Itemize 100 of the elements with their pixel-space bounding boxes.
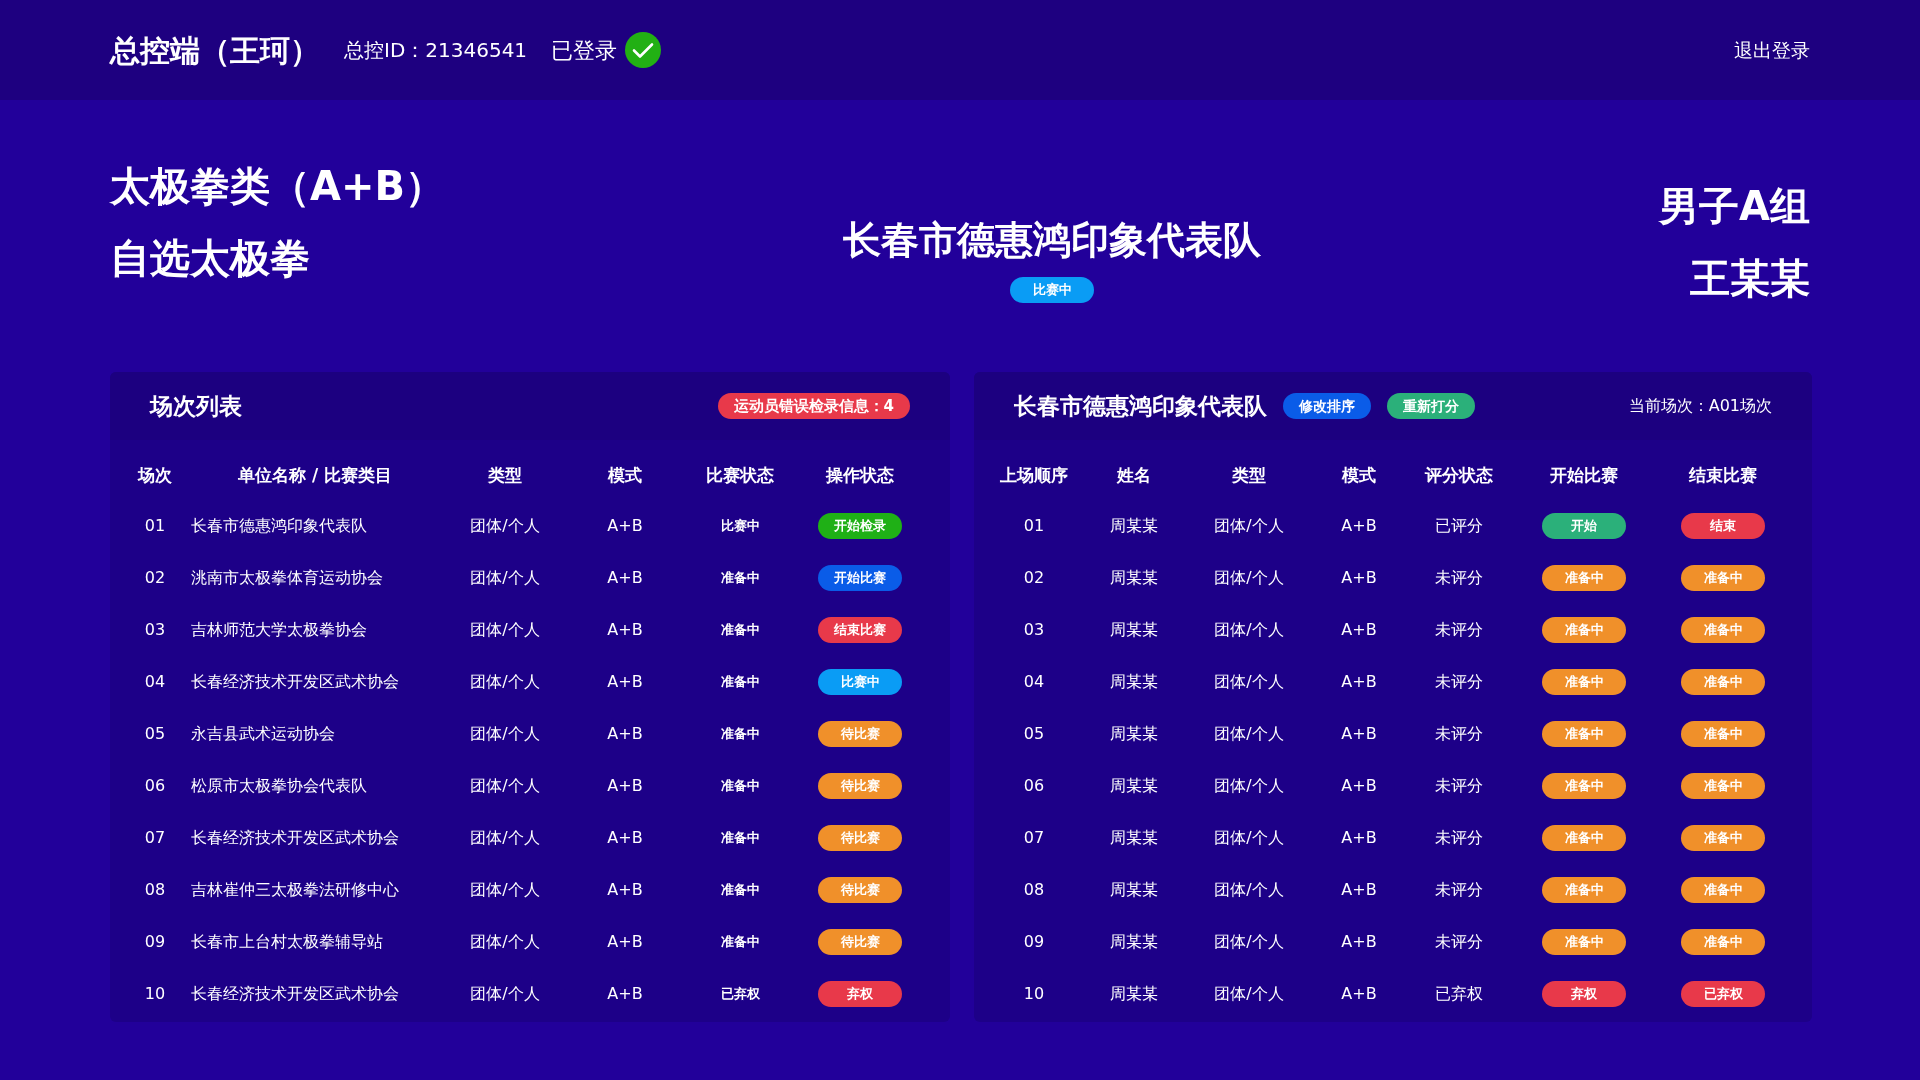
- table-cell-text: 比赛中: [719, 517, 761, 536]
- start-button[interactable]: 准备中: [1542, 929, 1626, 955]
- athlete-name: 王某某: [1690, 254, 1810, 302]
- table-cell-text: A+B: [606, 723, 644, 745]
- table-cell-text: 团体/个人: [1213, 931, 1285, 953]
- table-cell-text: 04: [1022, 671, 1046, 693]
- action-button[interactable]: 待比赛: [818, 929, 902, 955]
- end-button[interactable]: 准备中: [1681, 877, 1765, 903]
- table-cell-text: A+B: [606, 671, 644, 693]
- table-cell-text: 团体/个人: [1213, 671, 1285, 693]
- action-button[interactable]: 待比赛: [818, 877, 902, 903]
- event-category: 太极拳类（A+B）: [110, 162, 445, 210]
- end-button[interactable]: 准备中: [1681, 617, 1765, 643]
- table-cell-text: 团体/个人: [1213, 723, 1285, 745]
- table-cell-text: 长春市上台村太极拳辅导站: [190, 931, 384, 953]
- column-header: 上场顺序: [999, 464, 1069, 488]
- table-cell-text: 团体/个人: [1213, 619, 1285, 641]
- table-cell-text: 已评分: [1434, 515, 1484, 537]
- end-button[interactable]: 准备中: [1681, 929, 1765, 955]
- table-cell-text: 10: [143, 983, 167, 1005]
- table-cell-text: 团体/个人: [469, 515, 541, 537]
- app-title: 总控端（王珂）: [110, 31, 320, 70]
- table-cell-text: A+B: [1340, 619, 1378, 641]
- table-cell-text: 吉林崔仲三太极拳法研修中心: [190, 879, 400, 901]
- column-header: 类型: [1231, 464, 1267, 488]
- end-button[interactable]: 结束: [1681, 513, 1765, 539]
- start-button[interactable]: 准备中: [1542, 877, 1626, 903]
- table-cell-text: 03: [143, 619, 167, 641]
- table-cell-text: 团体/个人: [469, 567, 541, 589]
- controller-id: 总控ID：21346541: [344, 37, 528, 64]
- table-cell-text: 永吉县武术运动协会: [190, 723, 336, 745]
- column-header: 开始比赛: [1549, 464, 1619, 488]
- table-cell-text: 02: [143, 567, 167, 589]
- end-button[interactable]: 准备中: [1681, 565, 1765, 591]
- table-cell-text: 未评分: [1434, 775, 1484, 797]
- action-button[interactable]: 待比赛: [818, 825, 902, 851]
- table-cell-text: A+B: [606, 931, 644, 953]
- start-button[interactable]: 准备中: [1542, 825, 1626, 851]
- start-button[interactable]: 准备中: [1542, 669, 1626, 695]
- table-cell-text: 未评分: [1434, 619, 1484, 641]
- start-button[interactable]: 弃权: [1542, 981, 1626, 1007]
- table-cell-text: 08: [1022, 879, 1046, 901]
- table-cell-text: A+B: [606, 879, 644, 901]
- group-name: 男子A组: [1659, 182, 1810, 230]
- table-cell-text: 长春经济技术开发区武术协会: [190, 983, 400, 1005]
- start-button[interactable]: 准备中: [1542, 721, 1626, 747]
- table-cell-text: 准备中: [719, 725, 761, 744]
- table-cell-text: A+B: [606, 983, 644, 1005]
- end-button[interactable]: 准备中: [1681, 721, 1765, 747]
- start-button[interactable]: 准备中: [1542, 565, 1626, 591]
- action-button[interactable]: 待比赛: [818, 773, 902, 799]
- start-button[interactable]: 准备中: [1542, 617, 1626, 643]
- action-button[interactable]: 比赛中: [818, 669, 902, 695]
- table-cell-text: 松原市太极拳协会代表队: [190, 775, 368, 797]
- action-button[interactable]: 开始比赛: [818, 565, 902, 591]
- column-header: 姓名: [1115, 464, 1152, 488]
- end-button[interactable]: 已弃权: [1681, 981, 1765, 1007]
- table-cell-text: 周某某: [1109, 827, 1159, 849]
- table-cell-text: 团体/个人: [1213, 827, 1285, 849]
- table-cell-text: 洮南市太极拳体育运动协会: [190, 567, 384, 589]
- column-header: 操作状态: [824, 464, 895, 488]
- action-button[interactable]: 待比赛: [818, 721, 902, 747]
- start-button[interactable]: 开始: [1542, 513, 1626, 539]
- table-cell-text: 周某某: [1109, 775, 1159, 797]
- table-cell-text: 未评分: [1434, 931, 1484, 953]
- table-cell-text: A+B: [606, 775, 644, 797]
- table-cell-text: 08: [143, 879, 167, 901]
- action-button[interactable]: 结束比赛: [818, 617, 902, 643]
- table-cell-text: 准备中: [719, 621, 761, 640]
- table-cell-text: 团体/个人: [1213, 879, 1285, 901]
- table-cell-text: 09: [143, 931, 167, 953]
- logout-link[interactable]: 退出登录: [1734, 35, 1810, 65]
- toolbar-button[interactable]: 修改排序: [1283, 393, 1371, 419]
- table-cell-text: 10: [1022, 983, 1046, 1005]
- table-cell-text: 周某某: [1109, 983, 1159, 1005]
- table-cell-text: 团体/个人: [1213, 567, 1285, 589]
- table-cell-text: A+B: [606, 827, 644, 849]
- table-cell-text: A+B: [606, 515, 644, 537]
- end-button[interactable]: 准备中: [1681, 669, 1765, 695]
- end-button[interactable]: 准备中: [1681, 773, 1765, 799]
- table-cell-text: A+B: [1340, 931, 1378, 953]
- table-cell-text: 准备中: [719, 673, 761, 692]
- error-info-button[interactable]: 运动员错误检录信息：4: [717, 393, 910, 419]
- table-cell-text: 未评分: [1434, 879, 1484, 901]
- table-cell-text: A+B: [1340, 983, 1378, 1005]
- toolbar-button[interactable]: 重新打分: [1387, 393, 1475, 419]
- table-cell-text: A+B: [1340, 879, 1378, 901]
- action-button[interactable]: 弃权: [818, 981, 902, 1007]
- table-cell-text: 长春经济技术开发区武术协会: [190, 827, 400, 849]
- routine-name: 自选太极拳: [110, 234, 311, 282]
- current-round: 当前场次：A01场次: [1628, 395, 1772, 417]
- table-cell-text: 周某某: [1109, 671, 1159, 693]
- table-cell-text: 吉林师范大学太极拳协会: [190, 619, 368, 641]
- table-cell-text: 周某某: [1109, 723, 1159, 745]
- table-cell-text: 未评分: [1434, 671, 1484, 693]
- end-button[interactable]: 准备中: [1681, 825, 1765, 851]
- start-button[interactable]: 准备中: [1542, 773, 1626, 799]
- table-cell-text: 05: [1022, 723, 1046, 745]
- column-header: 类型: [487, 464, 523, 488]
- action-button[interactable]: 开始检录: [818, 513, 902, 539]
